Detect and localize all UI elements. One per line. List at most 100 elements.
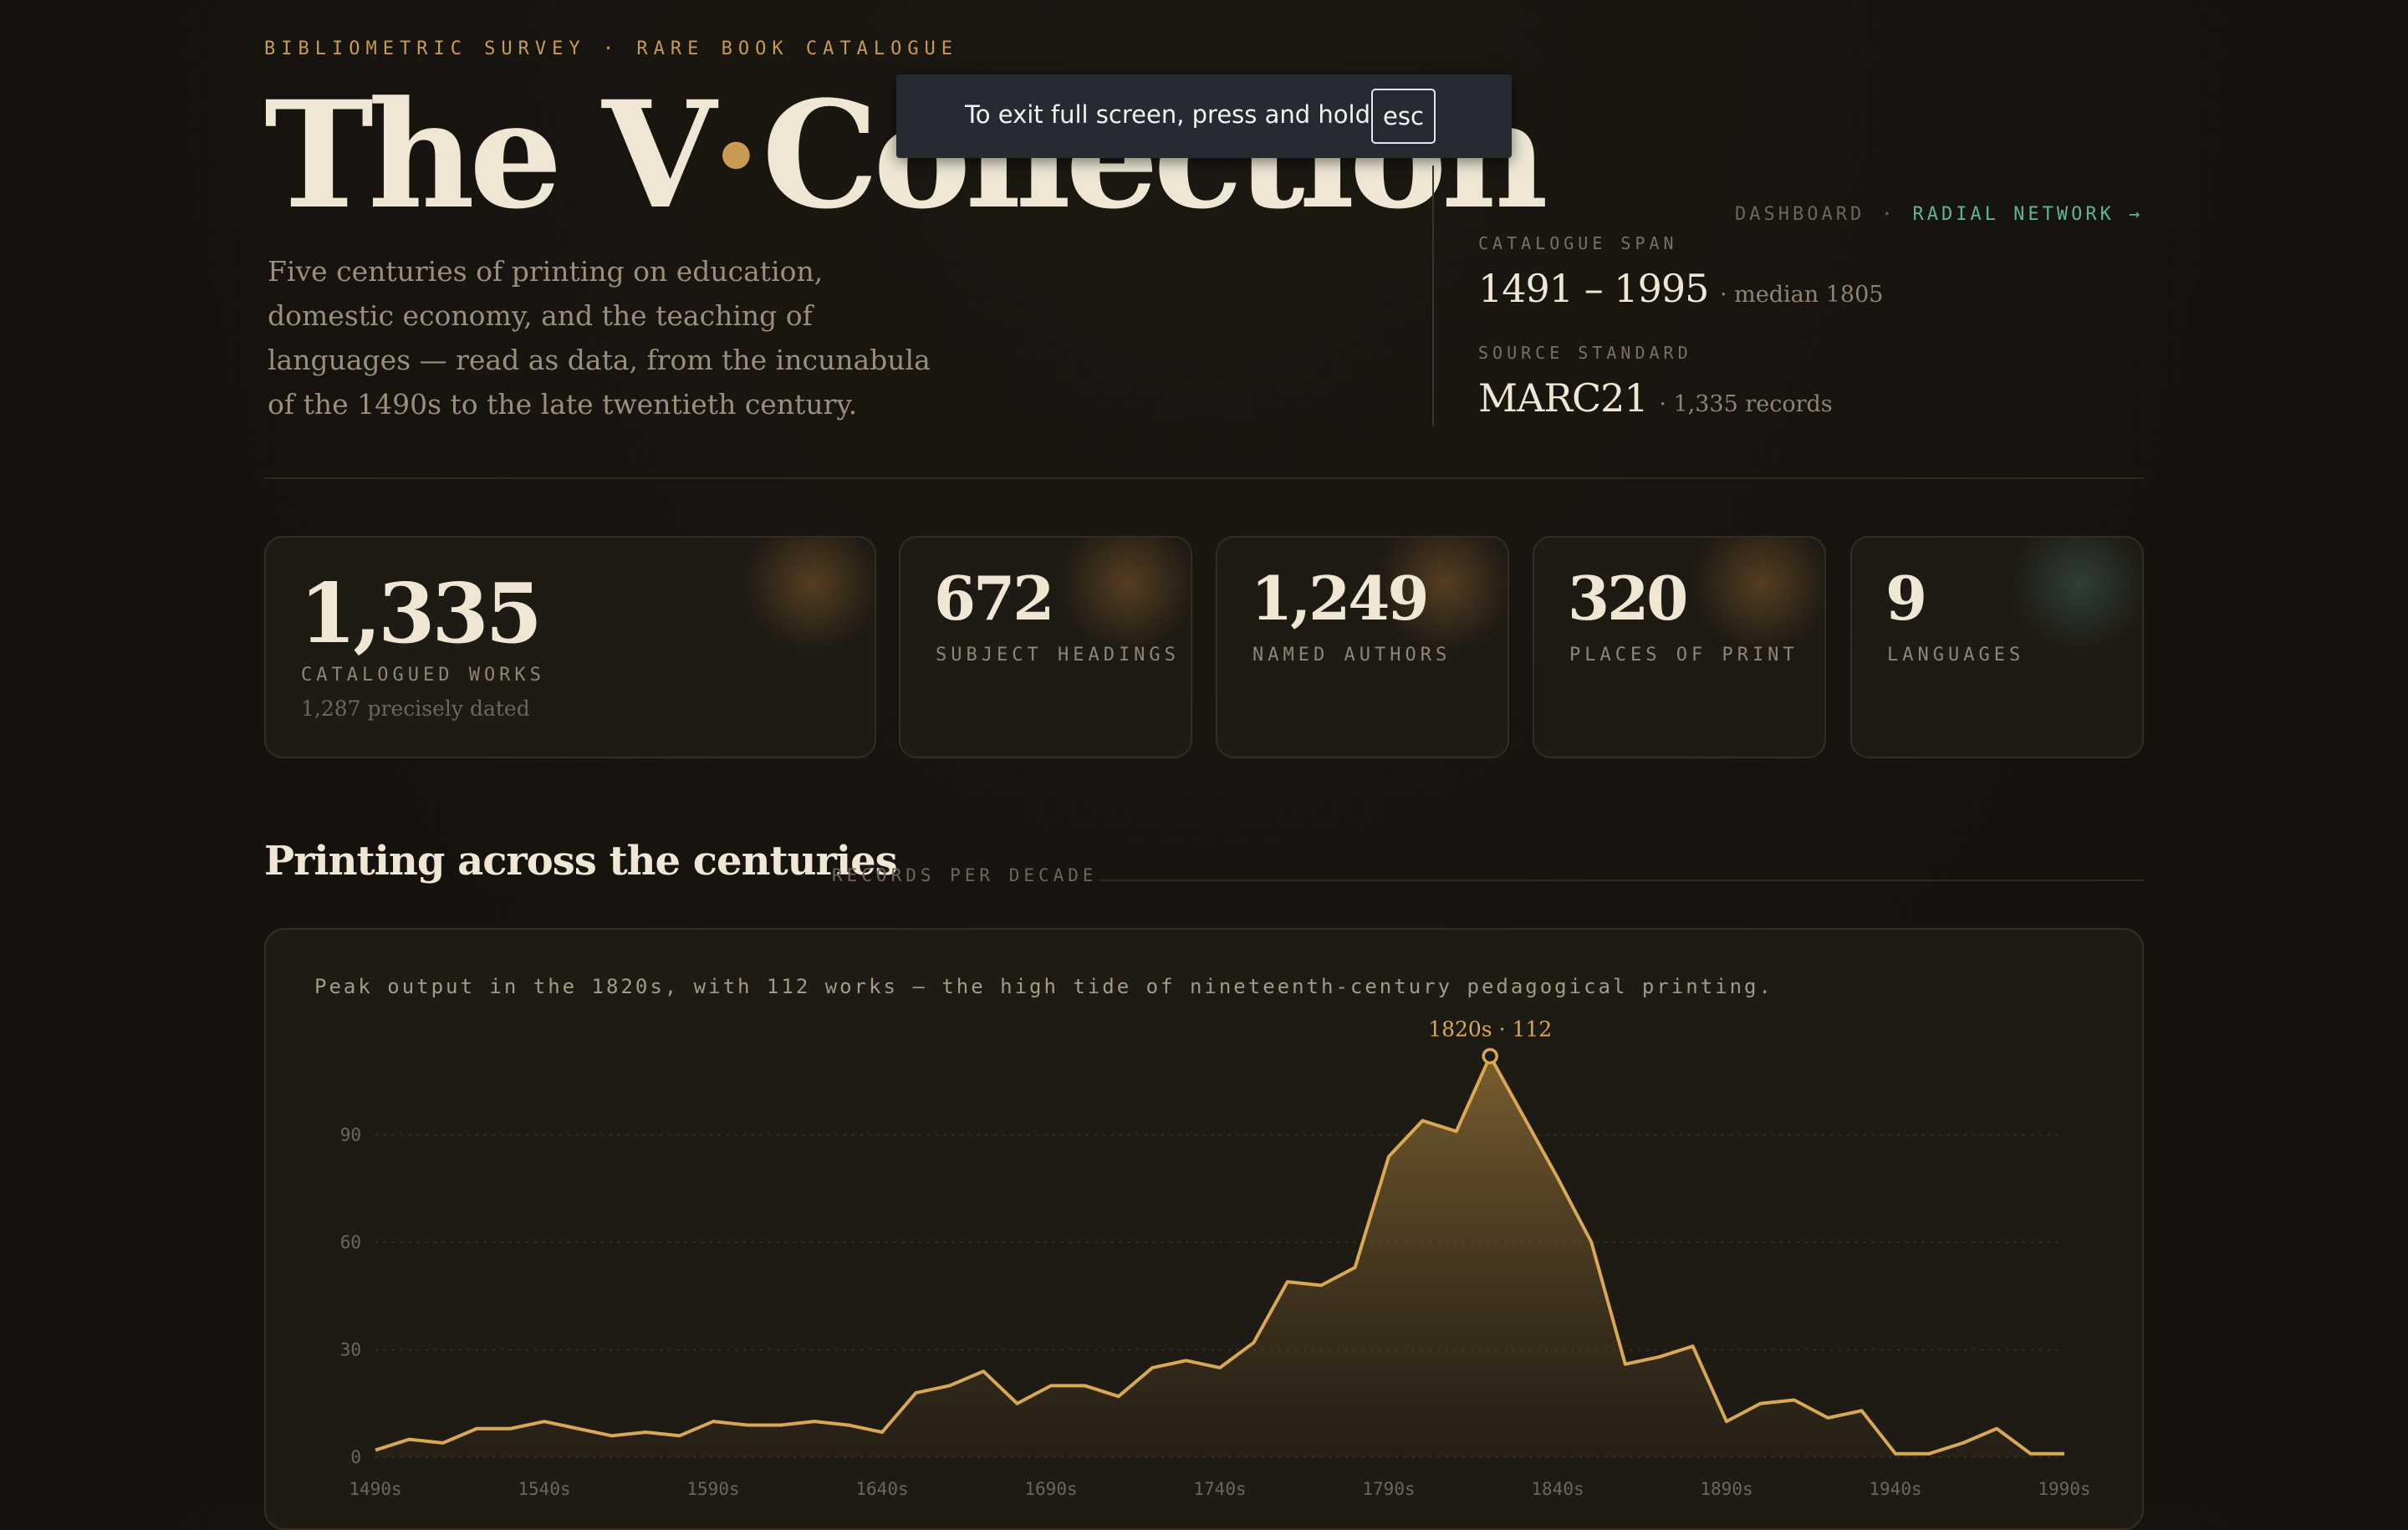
intro-paragraph: Five centuries of printing on education,… xyxy=(268,255,931,421)
data-point xyxy=(1386,1154,1391,1159)
span-median: · median 1805 xyxy=(1720,282,1884,308)
fullscreen-toast: To exit full screen, press and hold esc xyxy=(896,74,1512,158)
section-rule xyxy=(1099,880,2144,881)
data-point xyxy=(441,1441,446,1446)
stat-card-languages: 9 LANGUAGES xyxy=(1850,536,2144,758)
y-tick-label: 60 xyxy=(340,1232,361,1252)
header-divider xyxy=(1432,166,1434,426)
catalogue-span-label: CATALOGUE SPAN xyxy=(1478,233,1678,253)
data-point xyxy=(778,1422,783,1427)
data-point xyxy=(1724,1419,1729,1424)
data-point xyxy=(1926,1451,1931,1456)
data-point xyxy=(610,1433,615,1438)
data-point xyxy=(880,1430,885,1435)
y-tick-label: 30 xyxy=(340,1340,361,1360)
data-point xyxy=(1217,1365,1222,1370)
data-point xyxy=(947,1383,952,1388)
view-nav: DASHBOARD · RADIAL NETWORK → xyxy=(1735,204,2143,225)
section-title: Printing across the centuries xyxy=(264,838,898,885)
data-point xyxy=(1961,1441,1966,1446)
stat-card-places: 320 PLACES OF PRINT xyxy=(1533,536,1826,758)
data-point xyxy=(1353,1265,1358,1270)
x-tick-label: 1540s xyxy=(518,1479,570,1499)
x-tick-label: 1840s xyxy=(1531,1479,1584,1499)
data-point xyxy=(711,1419,716,1424)
data-point xyxy=(812,1419,817,1424)
stat-label: SUBJECT HEADINGS xyxy=(936,645,1180,666)
stat-value: 1,249 xyxy=(1251,563,1429,634)
stat-label: LANGUAGES xyxy=(1887,645,2025,666)
records-per-decade-chart: 0 30 60 90 1490s 1540s 1590s 1640s 1690s 1740s 179… xyxy=(340,1017,2091,1499)
chart-peak-annotation: 1820s · 112 xyxy=(1428,1017,1552,1065)
nav-separator: · xyxy=(1881,204,1896,225)
data-point xyxy=(508,1426,513,1431)
x-tick-label: 1740s xyxy=(1193,1479,1246,1499)
card-glow xyxy=(741,538,875,655)
data-point xyxy=(1860,1408,1865,1413)
stat-label: PLACES OF PRINT xyxy=(1569,645,1798,666)
stat-value: 320 xyxy=(1568,563,1688,634)
data-point xyxy=(1454,1129,1459,1134)
header-rule xyxy=(264,477,2144,479)
title-dot: · xyxy=(710,69,763,242)
esc-key-hint: esc xyxy=(1371,89,1436,144)
data-point xyxy=(1522,1114,1527,1119)
data-point xyxy=(1116,1394,1121,1399)
y-tick-label: 90 xyxy=(340,1125,361,1145)
span-years: 1491 – 1995 xyxy=(1478,266,1709,311)
nav-dashboard-link[interactable]: DASHBOARD xyxy=(1735,204,1865,225)
data-point xyxy=(1691,1344,1696,1349)
data-point xyxy=(1420,1118,1425,1123)
stat-label: NAMED AUTHORS xyxy=(1252,645,1451,666)
x-tick-label: 1890s xyxy=(1700,1479,1752,1499)
x-tick-label: 1490s xyxy=(349,1479,401,1499)
card-glow xyxy=(2008,538,2142,655)
card-glow xyxy=(1691,538,1824,655)
data-point xyxy=(1048,1383,1054,1388)
stat-label: CATALOGUED WORKS xyxy=(301,665,545,686)
data-point xyxy=(643,1430,648,1435)
source-format: MARC21 xyxy=(1478,375,1649,421)
data-point xyxy=(1994,1426,1999,1431)
source-standard-label: SOURCE STANDARD xyxy=(1478,343,1692,363)
data-point xyxy=(474,1426,479,1431)
stat-card-works: 1,335 CATALOGUED WORKS 1,287 precisely d… xyxy=(264,536,876,758)
data-point xyxy=(1893,1451,1898,1456)
peak-marker xyxy=(1482,1048,1498,1065)
data-point xyxy=(1758,1401,1763,1406)
data-point xyxy=(981,1369,986,1374)
x-tick-label: 1590s xyxy=(686,1479,739,1499)
data-point xyxy=(1319,1283,1324,1288)
stat-value: 9 xyxy=(1885,563,1927,634)
data-point xyxy=(542,1419,547,1424)
x-tick-label: 1790s xyxy=(1362,1479,1415,1499)
y-tick-label: 0 xyxy=(350,1447,361,1467)
peak-label: 1820s · 112 xyxy=(1428,1017,1552,1041)
data-point xyxy=(2028,1451,2033,1456)
data-point xyxy=(1285,1279,1290,1284)
data-point xyxy=(1656,1354,1661,1359)
survey-kicker: BIBLIOMETRIC SURVEY · RARE BOOK CATALOGU… xyxy=(264,38,959,59)
source-standard-value: MARC21 · 1,335 records xyxy=(1478,375,1833,421)
x-tick-label: 1990s xyxy=(2038,1479,2090,1499)
x-tick-label: 1940s xyxy=(1869,1479,1921,1499)
data-point xyxy=(406,1437,411,1442)
source-record-count: · 1,335 records xyxy=(1659,391,1833,417)
title-part-1: The V xyxy=(264,69,717,242)
chart-area-layer xyxy=(375,1054,2067,1457)
data-point xyxy=(1792,1397,1797,1402)
data-point xyxy=(575,1426,580,1431)
data-point xyxy=(2062,1451,2067,1456)
data-point xyxy=(1555,1176,1560,1181)
data-point xyxy=(1251,1340,1256,1345)
data-point xyxy=(1623,1362,1628,1367)
nav-radial-network-link[interactable]: RADIAL NETWORK → xyxy=(1912,204,2143,225)
stat-subtext: 1,287 precisely dated xyxy=(301,696,530,721)
chart-area-fill xyxy=(375,1056,2064,1457)
stat-card-authors: 1,249 NAMED AUTHORS xyxy=(1216,536,1509,758)
x-tick-label: 1640s xyxy=(855,1479,908,1499)
data-point xyxy=(1184,1358,1189,1363)
section-subtitle: RECORDS PER DECADE xyxy=(832,865,1098,885)
x-tick-label: 1690s xyxy=(1024,1479,1077,1499)
catalogue-span-value: 1491 – 1995 · median 1805 xyxy=(1478,266,1883,311)
